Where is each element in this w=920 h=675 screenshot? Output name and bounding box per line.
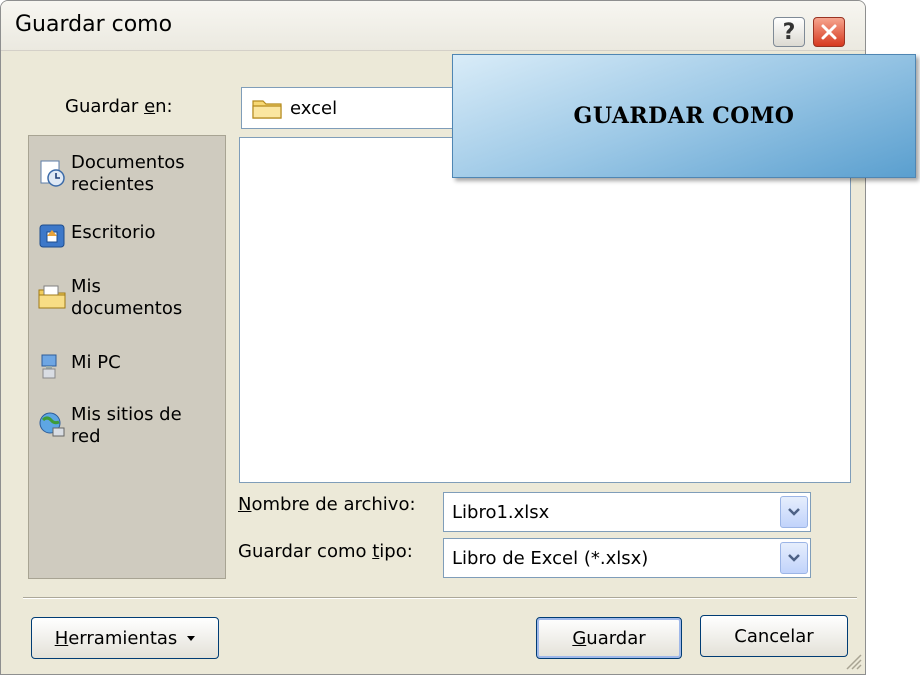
places-bar: Documentos recientes Escritorio Mis docume… (28, 135, 226, 579)
close-icon (821, 24, 837, 40)
place-network[interactable]: Mis sitios de red (37, 404, 222, 448)
callout-text: GUARDAR COMO (573, 103, 795, 129)
my-computer-icon (41, 354, 57, 379)
save-label: Guardar (572, 627, 646, 649)
recent-documents-icon (40, 160, 65, 187)
cancel-button[interactable]: Cancelar (700, 615, 848, 657)
filetype-label: Guardar como tipo: (238, 541, 413, 562)
filename-value: Libro1.xlsx (452, 501, 550, 523)
save-button[interactable]: Guardar (536, 617, 682, 659)
separator (23, 597, 857, 599)
filename-label: Nombre de archivo: (238, 494, 416, 515)
save-in-value: excel (290, 97, 338, 119)
title-bar[interactable]: Guardar como ? (1, 1, 865, 51)
filename-dropdown-button[interactable] (780, 496, 808, 528)
file-list[interactable] (239, 137, 851, 483)
dropdown-arrow-icon (187, 635, 196, 641)
window-title: Guardar como (15, 12, 173, 37)
filename-combo[interactable]: Libro1.xlsx (443, 492, 811, 532)
cancel-label: Cancelar (734, 625, 814, 647)
tools-button[interactable]: Herramientas (31, 617, 219, 659)
save-in-label: Guardar en: (65, 96, 173, 117)
tools-label: Herramientas (54, 627, 178, 649)
filetype-combo[interactable]: Libro de Excel (*.xlsx) (443, 538, 811, 578)
my-documents-icon (38, 285, 66, 309)
chevron-down-icon (788, 554, 800, 562)
help-icon: ? (782, 19, 796, 45)
place-my-computer[interactable]: Mi PC (37, 352, 222, 382)
callout-box: GUARDAR COMO (452, 54, 916, 178)
filetype-dropdown-button[interactable] (780, 542, 808, 574)
save-in-combo[interactable]: excel (241, 87, 457, 129)
close-button[interactable] (813, 17, 845, 47)
resize-grip-icon[interactable] (843, 651, 863, 671)
desktop-icon (39, 224, 65, 248)
place-recent-documents[interactable]: Documentos recientes (37, 152, 222, 196)
folder-icon (252, 100, 282, 119)
chevron-down-icon (788, 508, 800, 516)
help-button[interactable]: ? (773, 17, 805, 47)
filetype-value: Libro de Excel (*.xlsx) (452, 547, 649, 569)
place-my-documents[interactable]: Mis documentos (37, 276, 222, 320)
place-desktop[interactable]: Escritorio (37, 222, 222, 252)
network-places-icon (39, 412, 65, 437)
